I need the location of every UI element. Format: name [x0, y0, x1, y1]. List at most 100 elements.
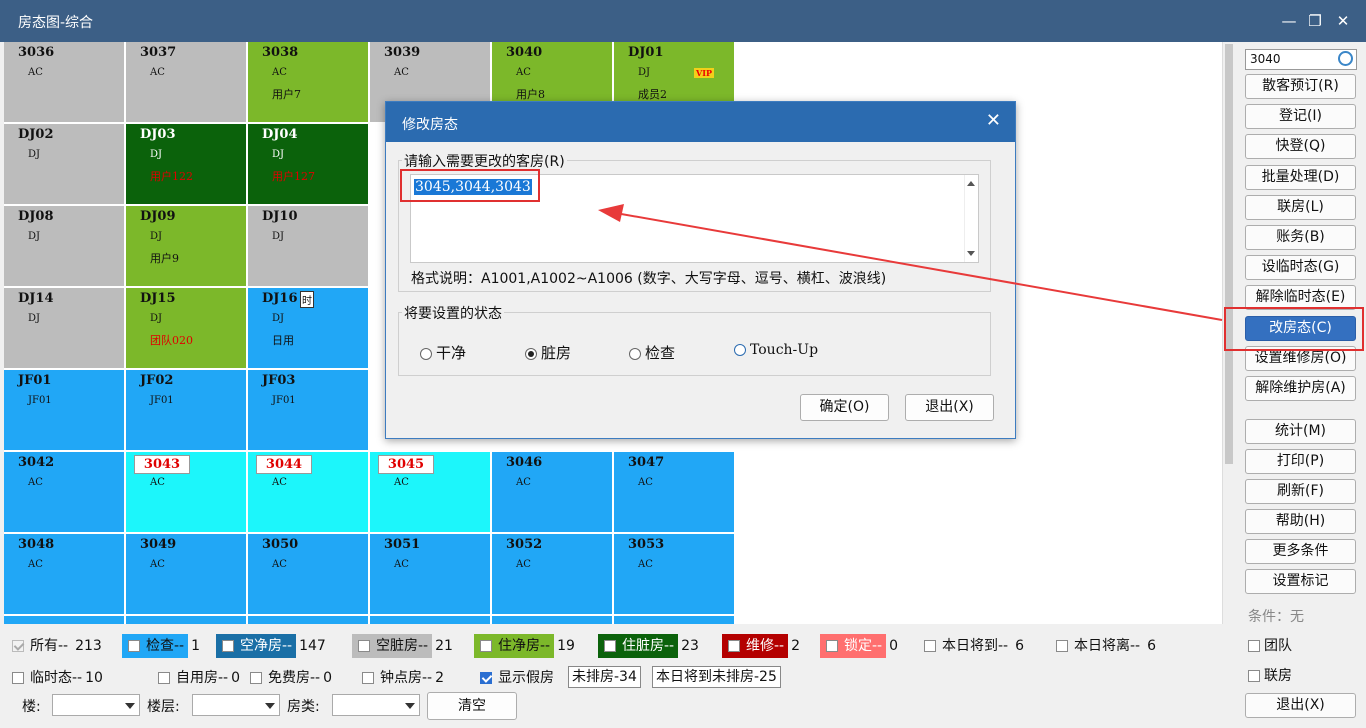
checkbox-icon[interactable] — [12, 672, 24, 684]
floor-select[interactable] — [192, 694, 280, 716]
checkbox-icon[interactable] — [826, 640, 838, 652]
checkbox-icon[interactable] — [480, 640, 492, 652]
cancel-button[interactable]: 退出(X) — [905, 394, 994, 421]
ok-button[interactable]: 确定(O) — [800, 394, 889, 421]
room-cell[interactable]: 3053 AC — [614, 534, 736, 616]
checkbox-icon[interactable] — [604, 640, 616, 652]
room-cell[interactable]: DJ04 DJ 用户127 — [248, 124, 370, 206]
building-select[interactable] — [52, 694, 140, 716]
legend-filter-5[interactable]: 住脏房-- 23 — [598, 634, 699, 658]
room-cell[interactable] — [370, 616, 492, 624]
statistics-button[interactable]: 统计(M) — [1245, 419, 1356, 444]
refresh-button[interactable]: 刷新(F) — [1245, 479, 1356, 504]
search-icon[interactable] — [1338, 51, 1353, 66]
room-cell[interactable]: 3036 AC — [4, 42, 126, 124]
room-cell[interactable]: 3052 AC — [492, 534, 614, 616]
room-cell[interactable]: 3049 AC — [126, 534, 248, 616]
room-cell[interactable]: DJ10 DJ — [248, 206, 370, 288]
checkbox-icon[interactable] — [1056, 640, 1068, 652]
legend-filter-9[interactable]: 本日将离-- 6 — [1050, 634, 1156, 658]
walk-in-booking-button[interactable]: 散客预订(R) — [1245, 74, 1356, 99]
more-conditions-button[interactable]: 更多条件 — [1245, 539, 1356, 564]
room-cell[interactable] — [614, 616, 736, 624]
print-button[interactable]: 打印(P) — [1245, 449, 1356, 474]
legend-filter-row2-4[interactable]: 显示假房 — [474, 666, 557, 690]
clear-maintenance-button[interactable]: 解除维护房(A) — [1245, 376, 1356, 401]
legend-filter-4[interactable]: 住净房-- 19 — [474, 634, 575, 658]
room-cell[interactable]: DJ15 DJ 团队020 — [126, 288, 248, 370]
checkbox-icon[interactable] — [222, 640, 234, 652]
radio-icon[interactable] — [420, 347, 432, 360]
account-button[interactable]: 账务(B) — [1245, 225, 1356, 250]
room-cell[interactable]: DJ09 DJ 用户9 — [126, 206, 248, 288]
checkbox-icon[interactable] — [358, 640, 370, 652]
room-cell[interactable]: DJ02 DJ — [4, 124, 126, 206]
scrollbar-thumb[interactable] — [1225, 44, 1233, 464]
set-temp-status-button[interactable]: 设临时态(G) — [1245, 255, 1356, 281]
radio-inspect[interactable]: 检查 — [629, 342, 675, 363]
legend-filter-3[interactable]: 空脏房-- 21 — [352, 634, 453, 658]
minimize-button[interactable]: — — [1278, 10, 1300, 32]
close-button[interactable]: ✕ — [1332, 10, 1354, 32]
legend-filter-row2-0[interactable]: 临时态-- 10 — [6, 666, 103, 690]
room-cell[interactable] — [4, 616, 126, 624]
legend-filter-row2-3[interactable]: 钟点房-- 2 — [356, 666, 444, 690]
legend-filter-1[interactable]: 检查-- 1 — [122, 634, 200, 658]
batch-process-button[interactable]: 批量处理(D) — [1245, 164, 1356, 190]
legend-filter-2[interactable]: 空净房-- 147 — [216, 634, 326, 658]
scroll-down-icon[interactable] — [967, 251, 975, 256]
radio-icon[interactable] — [629, 347, 641, 360]
scroll-up-icon[interactable] — [967, 181, 975, 186]
checkbox-icon[interactable] — [1248, 670, 1260, 682]
checkbox-icon[interactable] — [362, 672, 374, 684]
checkbox-icon[interactable] — [728, 640, 740, 652]
checkbox-icon[interactable] — [924, 640, 936, 652]
checkbox-icon[interactable] — [250, 672, 262, 684]
room-cell[interactable]: DJ03 DJ 用户122 — [126, 124, 248, 206]
room-cell[interactable] — [126, 616, 248, 624]
clear-button[interactable]: 清空 — [427, 692, 517, 720]
link-room-checkbox[interactable]: 联房 — [1248, 665, 1292, 685]
room-cell[interactable]: 3043 AC — [126, 452, 248, 534]
room-cell[interactable]: DJ16 DJ 日用 时 — [248, 288, 370, 370]
legend-filter-0[interactable]: 所有-- 213 — [6, 634, 102, 658]
room-cell[interactable]: 3047 AC — [614, 452, 736, 534]
radio-icon[interactable] — [734, 344, 746, 356]
room-type-select[interactable] — [332, 694, 420, 716]
team-checkbox[interactable]: 团队 — [1248, 635, 1292, 655]
room-cell[interactable]: JF02 JF01 — [126, 370, 248, 452]
room-cell[interactable] — [248, 616, 370, 624]
link-rooms-button[interactable]: 联房(L) — [1245, 194, 1356, 220]
room-cell[interactable]: JF01 JF01 — [4, 370, 126, 452]
room-cell[interactable]: 3042 AC — [4, 452, 126, 534]
restore-button[interactable]: ❐ — [1304, 10, 1326, 32]
set-mark-button[interactable]: 设置标记 — [1245, 569, 1356, 594]
room-cell[interactable]: 3048 AC — [4, 534, 126, 616]
room-cell[interactable]: 3044 AC — [248, 452, 370, 534]
checkbox-icon[interactable] — [480, 672, 492, 684]
checkbox-icon[interactable] — [128, 640, 140, 652]
checkbox-icon[interactable] — [158, 672, 170, 684]
quick-check-in-button[interactable]: 快登(Q) — [1245, 134, 1356, 160]
arriving-unassigned-count[interactable]: 本日将到未排房-25 — [652, 666, 781, 688]
textarea-scrollbar[interactable] — [964, 175, 978, 262]
checkbox-icon[interactable] — [12, 640, 24, 652]
radio-dirty[interactable]: 脏房 — [525, 342, 571, 363]
check-in-button[interactable]: 登记(I) — [1245, 104, 1356, 130]
room-cell[interactable]: DJ08 DJ — [4, 206, 126, 288]
room-cell[interactable]: 3050 AC — [248, 534, 370, 616]
unassigned-count[interactable]: 未排房-34 — [568, 666, 641, 688]
help-button[interactable]: 帮助(H) — [1245, 509, 1356, 534]
room-cell[interactable]: DJ14 DJ — [4, 288, 126, 370]
room-cell[interactable] — [492, 616, 614, 624]
room-cell[interactable]: 3051 AC — [370, 534, 492, 616]
room-search-input[interactable]: 3040 — [1245, 49, 1357, 70]
legend-filter-7[interactable]: 锁定-- 0 — [820, 634, 898, 658]
radio-clean[interactable]: 干净 — [420, 342, 466, 363]
room-cell[interactable]: 3038 AC 用户7 — [248, 42, 370, 124]
legend-filter-6[interactable]: 维修-- 2 — [722, 634, 800, 658]
room-cell[interactable]: 3037 AC — [126, 42, 248, 124]
radio-selected-icon[interactable] — [525, 347, 537, 360]
checkbox-icon[interactable] — [1248, 640, 1260, 652]
radio-touch-up[interactable]: Touch-Up — [734, 342, 818, 358]
